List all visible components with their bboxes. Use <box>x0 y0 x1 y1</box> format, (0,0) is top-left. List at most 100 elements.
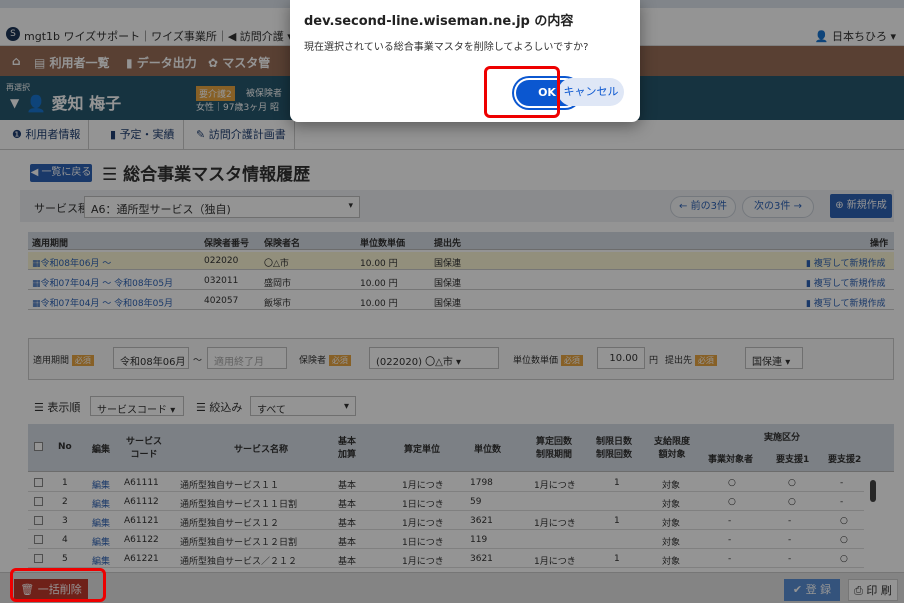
user-menu[interactable]: 👤 日本ちひろ ▾ <box>815 28 896 44</box>
row-checkbox[interactable] <box>34 497 43 506</box>
edit-link[interactable]: 編集 <box>92 497 110 510</box>
document-icon: ▮ <box>806 259 814 269</box>
filter-select[interactable]: すべて ▾ <box>250 396 356 416</box>
period-start-input[interactable]: 令和08年06月 <box>113 347 189 369</box>
app-title[interactable]: mgt1b ワイズサポート｜ワイズ事業所｜◀ 訪問介護 ▾ <box>24 28 293 44</box>
row-checkbox[interactable] <box>34 554 43 563</box>
insurer-name-cell: 盛岡市 <box>264 279 292 289</box>
page-title: ☰ 総合事業マスタ情報履歴 <box>102 165 311 185</box>
select-all-checkbox[interactable] <box>34 442 43 451</box>
nav-item-user-list[interactable]: ▤ 利用者一覧 <box>34 54 110 71</box>
impl-3-cell: ○ <box>840 516 848 526</box>
chart-icon: ▮ <box>126 56 137 70</box>
print-button[interactable]: ⎙ 印 刷 <box>848 579 898 601</box>
info-icon: ❶ <box>12 128 26 141</box>
submit-to-select[interactable]: 国保連 ▾ <box>745 347 803 369</box>
impl-1-cell: ○ <box>728 478 736 488</box>
nav-item-data-export[interactable]: ▮ データ出力 <box>126 54 197 71</box>
calc-count-cell: 1月につき <box>534 481 576 491</box>
row-checkbox[interactable] <box>34 535 43 544</box>
history-header: 適用期間 保険者番号 保険者名 単位数単価 提出先 操作 <box>28 232 894 250</box>
chevron-down-icon: ▾ <box>343 401 349 412</box>
printer-icon: ⎙ <box>854 584 867 597</box>
units-cell: 3621 <box>470 554 493 564</box>
required-badge: 必須 <box>71 355 94 366</box>
table-row[interactable]: 1 編集 A61111 通所型独自サービス１１ 基本 1月につき 1798 1月… <box>28 474 864 492</box>
limit-days-cell: 1 <box>614 516 620 526</box>
user-name: 日本ちひろ ▾ <box>831 30 896 43</box>
edit-link[interactable]: 編集 <box>92 554 110 567</box>
pencil-icon: ✎ <box>196 128 209 141</box>
required-badge: 必須 <box>328 355 351 366</box>
insurer-select[interactable]: (022020) 〇△市 ▾ <box>369 347 499 369</box>
required-badge: 必須 <box>560 355 583 366</box>
sub-tabs: ❶ 利用者情報 ▮ 予定・実績 ✎ 訪問介護計画書 <box>0 120 904 150</box>
list-icon: ☰ <box>196 401 210 414</box>
copy-new-link[interactable]: ▮ 複写して新規作成 <box>806 256 886 269</box>
table-row[interactable]: 3 編集 A61121 通所型独自サービス１２ 基本 1月につき 3621 1月… <box>28 512 864 530</box>
table-row[interactable]: 5 編集 A61221 通所型独自サービス／２１２ 基本 1月につき 3621 … <box>28 550 864 568</box>
row-checkbox[interactable] <box>34 516 43 525</box>
sort-bar: ☰ 表示順 サービスコード ▾ ☰ 絞込み すべて ▾ <box>28 390 894 420</box>
col-code: サービス コード <box>126 437 163 460</box>
name-cell: 通所型独自サービス／２１２ <box>180 557 298 567</box>
name-cell: 通所型独自サービス１２ <box>180 519 280 529</box>
bulk-delete-button[interactable]: 🗑 一括削除 <box>14 579 88 601</box>
edit-link[interactable]: 編集 <box>92 516 110 529</box>
back-to-list-button[interactable]: ◀ 一覧に戻る <box>30 164 92 182</box>
nav-item-master[interactable]: ✿ マスタ管 <box>208 54 270 71</box>
calc-count-cell: 1月につき <box>534 557 576 567</box>
service-type-select[interactable]: A6：通所型サービス（独自) ▾ <box>84 196 360 218</box>
insurer-no-cell: 022020 <box>204 256 239 266</box>
next-page-button[interactable]: 次の3件 → <box>742 196 814 218</box>
table-row[interactable]: ▦令和08年06月 ～ 022020 〇△市 10.00 円 国保連 ▮ 複写し… <box>28 252 894 270</box>
col-op: 操作 <box>870 239 889 249</box>
home-icon[interactable]: ⌂ <box>12 54 21 68</box>
sort-label: ☰ 表示順 <box>34 401 81 414</box>
unit-price-cell: 10.00 円 <box>360 259 398 269</box>
no-cell: 5 <box>62 554 68 564</box>
col-impl-3: 要支援2 <box>828 455 862 465</box>
tab-care-plan[interactable]: ✎ 訪問介護計画書 <box>188 120 295 150</box>
prev-page-button[interactable]: ← 前の3件 <box>670 196 736 218</box>
insurer-no-cell: 402057 <box>204 296 239 306</box>
table-row[interactable]: 2 編集 A61112 通所型独自サービス１１日割 基本 1日につき 59 対象… <box>28 493 864 511</box>
calc-unit-cell: 1日につき <box>402 500 444 510</box>
edit-link[interactable]: 編集 <box>92 478 110 491</box>
code-cell: A61121 <box>124 516 159 526</box>
row-checkbox[interactable] <box>34 478 43 487</box>
save-button[interactable]: ✔ 登 録 <box>784 579 840 601</box>
units-cell: 1798 <box>470 478 493 488</box>
impl-2-cell: - <box>788 535 792 545</box>
period-end-input[interactable]: 適用終了月 <box>207 347 287 369</box>
document-icon: ▮ <box>110 128 120 141</box>
trash-icon: 🗑 <box>20 583 38 596</box>
sort-select[interactable]: サービスコード ▾ <box>90 396 184 416</box>
patient-info: 女性｜97歳3ヶ月 昭 <box>196 103 280 113</box>
table-row[interactable]: 4 編集 A61122 通所型独自サービス１２日割 基本 1日につき 119 対… <box>28 531 864 549</box>
tab-user-info[interactable]: ❶ 利用者情報 <box>4 120 90 150</box>
unit-price-input[interactable]: 10.00 <box>597 347 645 369</box>
app-logo: S <box>6 27 20 41</box>
copy-new-link[interactable]: ▮ 複写して新規作成 <box>806 296 886 309</box>
col-limit-target: 支給限度 額対象 <box>654 437 691 460</box>
chevron-down-icon[interactable]: ▼ <box>10 96 19 110</box>
table-row[interactable]: ▦令和07年04月 ～ 令和08年05月 032011 盛岡市 10.00 円 … <box>28 272 894 290</box>
table-row[interactable]: ▦令和07年04月 ～ 令和08年05月 402057 飯塚市 10.00 円 … <box>28 292 894 310</box>
submit-to-cell: 国保連 <box>434 299 462 309</box>
new-button[interactable]: ⊕ 新規作成 <box>830 194 892 218</box>
copy-new-link[interactable]: ▮ 複写して新規作成 <box>806 276 886 289</box>
edit-link[interactable]: 編集 <box>92 535 110 548</box>
insurer-name-cell: 飯塚市 <box>264 299 292 309</box>
yen-label: 円 <box>649 356 659 366</box>
name-cell: 通所型独自サービス１１日割 <box>180 500 298 510</box>
calc-unit-cell: 1日につき <box>402 538 444 548</box>
col-period: 適用期間 <box>32 239 69 249</box>
scrollbar-thumb[interactable] <box>870 480 876 502</box>
units-cell: 3621 <box>470 516 493 526</box>
code-cell: A61111 <box>124 478 159 488</box>
impl-2-cell: - <box>788 554 792 564</box>
limit-target-cell: 対象 <box>662 538 681 548</box>
tab-schedule[interactable]: ▮ 予定・実績 <box>102 120 184 150</box>
cancel-button[interactable]: キャンセル <box>558 78 624 106</box>
